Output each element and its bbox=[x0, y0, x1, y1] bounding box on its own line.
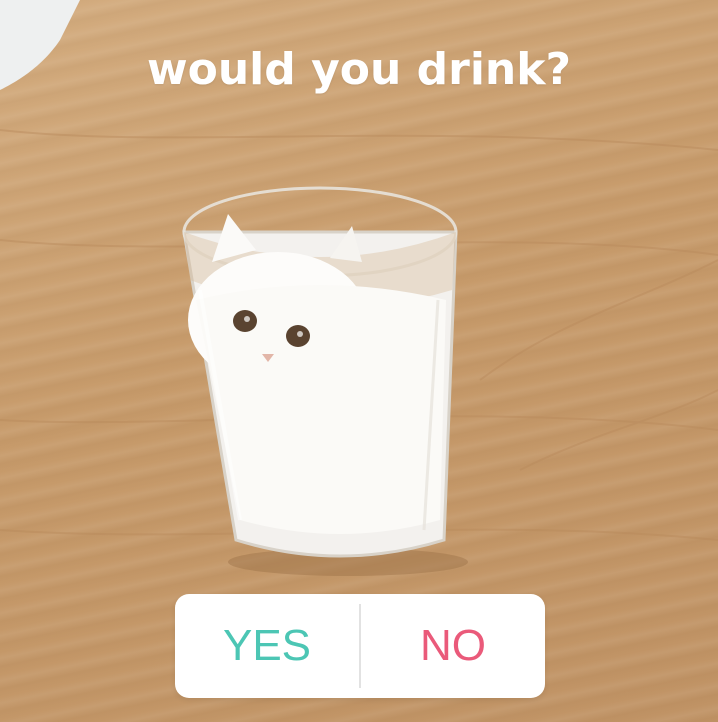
poll-yes-button[interactable]: YES bbox=[175, 594, 359, 698]
story-view: would you drink? YES NO bbox=[0, 0, 718, 722]
poll-no-button[interactable]: NO bbox=[361, 594, 545, 698]
poll-sticker: YES NO bbox=[175, 594, 545, 698]
story-caption: would you drink? bbox=[146, 44, 572, 95]
